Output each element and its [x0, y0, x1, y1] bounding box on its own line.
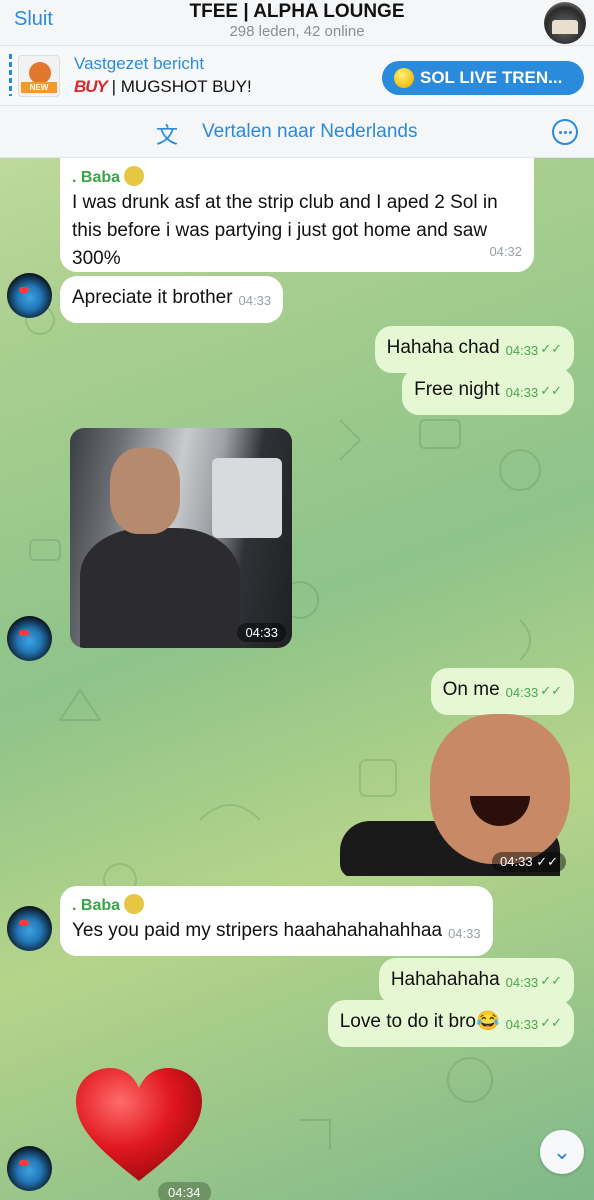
read-ticks-icon: ✓✓ — [540, 383, 562, 398]
message-bubble[interactable]: . Baba Yes you paid my stripers haahahah… — [60, 886, 493, 956]
car-window — [212, 458, 282, 538]
man-body — [80, 528, 240, 648]
read-ticks-icon: ✓✓ — [540, 683, 562, 698]
sol-live-trending-button[interactable]: SOL LIVE TREN... — [382, 61, 584, 95]
message-text: Love to do it bro😂 — [339, 1011, 500, 1032]
dot-icon — [563, 130, 567, 134]
read-ticks-icon: ✓✓ — [540, 341, 562, 356]
message-time: 04:33 — [505, 1017, 539, 1032]
avatar[interactable] — [7, 906, 52, 951]
message-time: 04:33 — [448, 926, 481, 941]
pinned-text: BUY | MUGSHOT BUY! — [74, 77, 252, 97]
message-bubble[interactable]: Love to do it bro😂 04:33 ✓✓ — [327, 1000, 574, 1047]
pinned-text-rest: | MUGSHOT BUY! — [106, 77, 252, 96]
chat-title[interactable]: TFEE | ALPHA LOUNGE — [0, 1, 594, 23]
message-bubble[interactable]: Apreciate it brother 04:33 — [60, 276, 284, 323]
dot-icon — [558, 130, 562, 134]
mug-icon — [29, 62, 51, 84]
more-options-button[interactable] — [552, 119, 578, 145]
man-head — [110, 448, 180, 534]
group-avatar[interactable] — [544, 2, 586, 44]
pinned-label: Vastgezet bericht — [74, 54, 205, 73]
sender-emoji-icon — [124, 894, 145, 914]
message-list[interactable]: . Baba I was drunk asf at the strip club… — [0, 158, 594, 1200]
message-bubble[interactable]: Hahaha chad 04:33 ✓✓ — [374, 326, 574, 373]
message-time: 04:32 — [489, 244, 522, 259]
message-time: 04:33 — [237, 623, 286, 642]
sender-name[interactable]: . Baba — [72, 166, 522, 189]
new-buy-tag: NEW BUY — [21, 82, 57, 96]
message-time: 04:33 — [505, 975, 539, 990]
message-bubble[interactable]: . Baba I was drunk asf at the strip club… — [60, 158, 534, 272]
translate-button[interactable]: Vertalen naar Nederlands — [202, 121, 417, 143]
message-text: Apreciate it brother — [72, 287, 233, 308]
message-time: 04:33 — [505, 685, 539, 700]
message-text: I was drunk asf at the strip club and I … — [72, 192, 498, 269]
sticker-message[interactable]: 04:33 ✓✓ — [340, 706, 572, 878]
pinned-message-bar[interactable]: NEW BUY Vastgezet bericht BUY | MUGSHOT … — [0, 46, 594, 106]
message-text: Yes you paid my stripers haahahahahahhaa — [72, 920, 443, 941]
sender-name[interactable]: . Baba — [72, 894, 481, 917]
avatar[interactable] — [7, 1146, 52, 1191]
read-ticks-icon: ✓✓ — [540, 973, 562, 988]
message-text: Hahaha chad — [386, 337, 500, 358]
pin-indicator — [9, 54, 12, 96]
message-time: 04:33 — [505, 343, 539, 358]
red-heart-sticker[interactable] — [74, 1066, 204, 1186]
sol-live-label: SOL LIVE TREN... — [420, 68, 563, 87]
chevron-down-icon: ⌄ — [552, 1139, 572, 1164]
chat-header: Sluit TFEE | ALPHA LOUNGE 298 leden, 42 … — [0, 0, 594, 46]
message-time: 04:33 ✓✓ — [492, 852, 566, 872]
message-time: 04:33 — [238, 293, 272, 308]
message-bubble[interactable]: Free night 04:33 ✓✓ — [402, 368, 574, 415]
message-time: 04:34 — [158, 1182, 211, 1200]
message-text: Hahahahaha — [390, 969, 500, 990]
message-text: On me — [442, 679, 500, 700]
message-bubble[interactable]: Hahahahaha 04:33 ✓✓ — [378, 958, 574, 1005]
avatar[interactable] — [7, 273, 52, 318]
member-count: 298 leden, 42 online — [229, 23, 365, 40]
photo-message[interactable]: 04:33 — [70, 428, 292, 648]
message-time: 04:33 — [505, 385, 539, 400]
sender-emoji-icon — [124, 166, 145, 186]
translate-bar: 文 Vertalen naar Nederlands — [0, 106, 594, 158]
read-ticks-icon: ✓✓ — [540, 1015, 562, 1030]
buy-word: BUY — [74, 77, 108, 96]
scroll-down-button[interactable]: ⌄ — [540, 1130, 584, 1174]
translate-icon[interactable]: 文 — [156, 118, 186, 148]
yellow-circle-icon — [394, 68, 414, 88]
pinned-thumbnail: NEW BUY — [18, 55, 60, 97]
avatar[interactable] — [7, 616, 52, 661]
laughing-face — [430, 714, 570, 864]
dot-icon — [568, 130, 572, 134]
message-text: Free night — [414, 379, 500, 400]
